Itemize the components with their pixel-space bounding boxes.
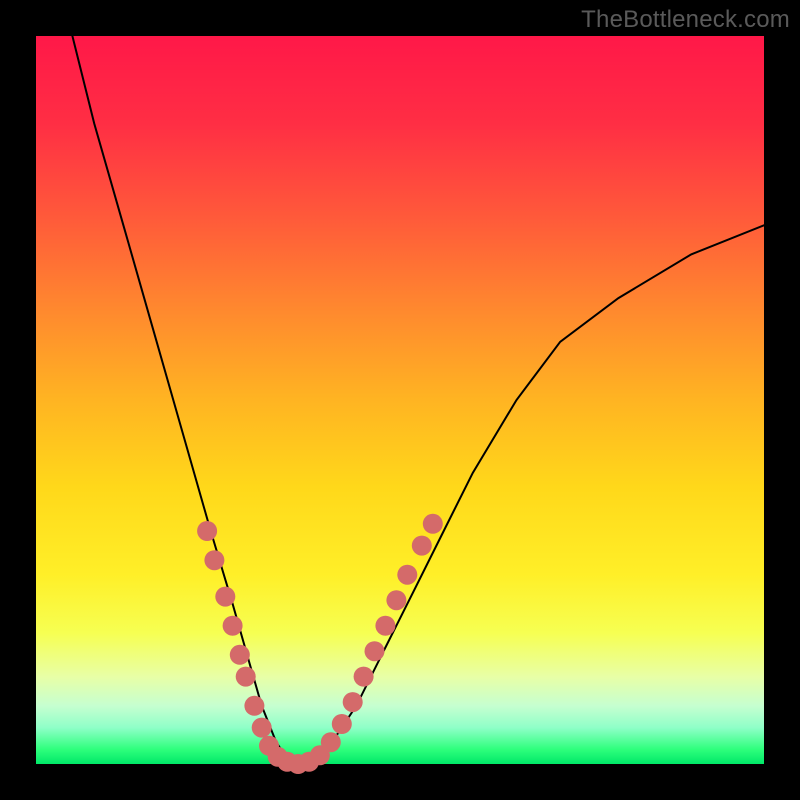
marker-dot: [386, 590, 406, 610]
chart-svg: [36, 36, 764, 764]
marker-dot: [365, 641, 385, 661]
watermark-text: TheBottleneck.com: [581, 6, 790, 34]
marker-dot: [230, 645, 250, 665]
marker-dot: [321, 732, 341, 752]
marker-dot: [197, 521, 217, 541]
marker-dot: [332, 714, 352, 734]
marker-dot: [375, 616, 395, 636]
marker-dot: [215, 587, 235, 607]
marker-dot: [343, 692, 363, 712]
marker-points: [197, 514, 443, 774]
marker-dot: [252, 718, 272, 738]
curve-line: [72, 36, 764, 764]
marker-dot: [354, 667, 374, 687]
marker-dot: [244, 696, 264, 716]
marker-dot: [236, 667, 256, 687]
plot-area: [36, 36, 764, 764]
marker-dot: [412, 536, 432, 556]
marker-dot: [397, 565, 417, 585]
chart-frame: TheBottleneck.com: [0, 0, 800, 800]
marker-dot: [204, 550, 224, 570]
marker-dot: [223, 616, 243, 636]
bottleneck-curve-path: [72, 36, 764, 764]
marker-dot: [423, 514, 443, 534]
